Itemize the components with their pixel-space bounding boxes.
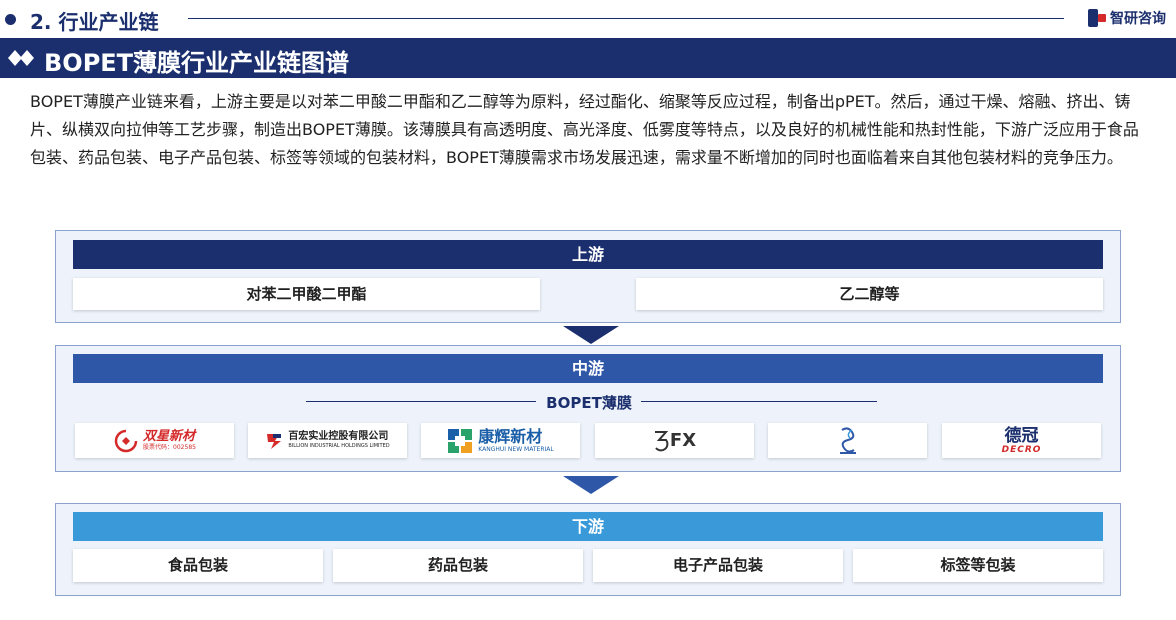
downstream-header: 下游 — [73, 512, 1103, 541]
midstream-header: 中游 — [73, 354, 1103, 383]
kanghui-mark-icon — [448, 428, 473, 453]
upstream-header: 上游 — [73, 240, 1103, 269]
company-logo: 康辉新材 KANGHUI NEW MATERIAL — [421, 423, 580, 458]
downstream-item: 药品包装 — [333, 549, 583, 582]
company-logo: 德冠 DECRO — [942, 423, 1101, 458]
company-logo — [768, 423, 927, 458]
brand-name: 智研咨询 — [1110, 11, 1166, 27]
logo-sub: DECRO — [1001, 444, 1042, 455]
product-divider-right — [641, 401, 877, 402]
page-title: BOPET薄膜行业产业链图谱 — [44, 49, 350, 77]
brand-logo: 智研咨询 — [1088, 8, 1166, 28]
diamond-pair-icon — [8, 50, 34, 66]
midstream-product: BOPET薄膜 — [546, 394, 632, 412]
logo-name: 双星新材 — [143, 428, 196, 444]
section-bullet-icon — [5, 14, 16, 25]
intro-paragraph: BOPET薄膜产业链来看，上游主要是以对苯二甲酸二甲酯和乙二醇等为原料，经过酯化… — [30, 92, 1139, 167]
logo-sub: 股票代码：002585 — [143, 443, 196, 451]
brand-mark-icon — [1088, 9, 1106, 27]
upstream-box: 上游 对苯二甲酸二甲酯 乙二醇等 — [55, 230, 1121, 323]
section-divider — [188, 18, 1064, 19]
logo-name: 百宏实业控股有限公司 — [288, 431, 389, 442]
downstream-box: 下游 食品包装 药品包装 电子产品包装 标签等包装 — [55, 503, 1121, 596]
upstream-item: 对苯二甲酸二甲酯 — [73, 278, 540, 310]
title-banner: BOPET薄膜行业产业链图谱 — [0, 38, 1176, 78]
downstream-item: 食品包装 — [73, 549, 323, 582]
fx-mark-icon — [654, 430, 669, 451]
down-arrow-icon — [563, 326, 619, 344]
midstream-box: 中游 BOPET薄膜 双星新材 股票代码：002585 百宏实业控股有限公司 B… — [55, 345, 1121, 472]
section-header: 2. 行业产业链 智研咨询 — [0, 0, 1176, 36]
company-logo: 百宏实业控股有限公司 BILLION INDUSTRIAL HOLDINGS L… — [248, 423, 407, 458]
logo-sub: KANGHUI NEW MATERIAL — [478, 445, 554, 453]
logo-name: 德冠 — [1004, 425, 1039, 446]
company-mark-icon — [839, 426, 856, 454]
company-logo: FX — [595, 423, 754, 458]
downstream-item: 标签等包装 — [853, 549, 1103, 582]
downstream-item: 电子产品包装 — [593, 549, 843, 582]
upstream-item: 乙二醇等 — [636, 278, 1103, 310]
logo-sub: BILLION INDUSTRIAL HOLDINGS LIMITED — [288, 443, 390, 449]
section-title: 2. 行业产业链 — [30, 10, 159, 34]
company-logo: 双星新材 股票代码：002585 — [75, 423, 234, 458]
logo-name: 康辉新材 — [478, 426, 543, 446]
billion-mark-icon — [267, 433, 282, 449]
down-arrow-icon — [563, 476, 619, 494]
shuangxing-mark-icon — [114, 429, 138, 452]
logo-name: FX — [669, 430, 697, 451]
